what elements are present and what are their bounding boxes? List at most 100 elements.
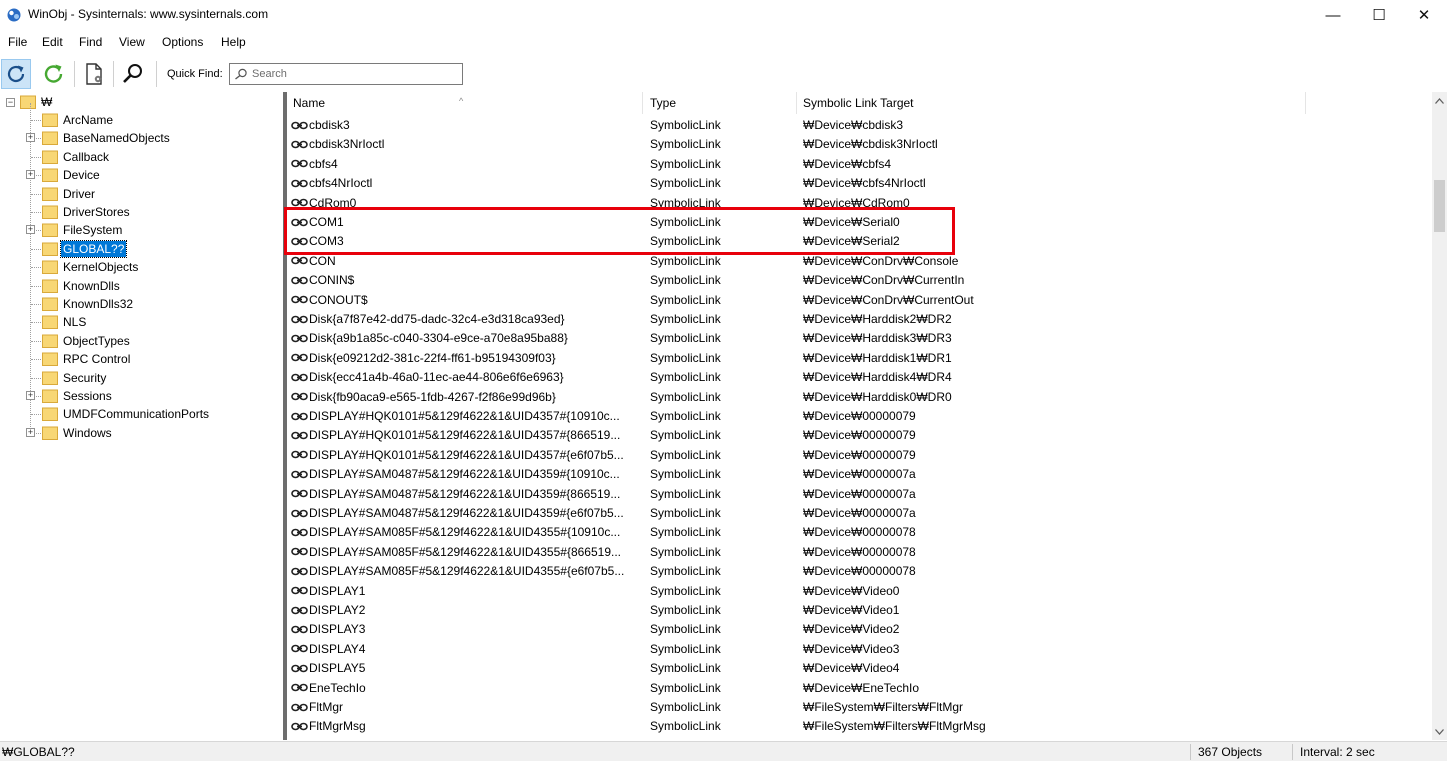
table-row[interactable]: COM1 SymbolicLink ₩Device₩Serial0 <box>287 213 1432 232</box>
table-row[interactable]: DISPLAY#SAM085F#5&129f4622&1&UID4355#{10… <box>287 523 1432 542</box>
tree-expand-toggle[interactable]: + <box>26 133 35 143</box>
folder-icon <box>42 407 58 422</box>
table-row[interactable]: DISPLAY#HQK0101#5&129f4622&1&UID4357#{e6… <box>287 446 1432 465</box>
quick-find-label: Quick Find: <box>167 68 223 80</box>
scroll-down-button[interactable] <box>1432 723 1447 740</box>
auto-refresh-button[interactable] <box>39 59 69 89</box>
maximize-button[interactable]: ☐ <box>1356 0 1402 30</box>
scroll-thumb[interactable] <box>1434 180 1445 232</box>
tree-root[interactable]: ₩ <box>20 93 54 111</box>
tree-item[interactable]: Callback <box>42 148 111 166</box>
table-row[interactable]: Disk{e09212d2-381c-22f4-ff61-b95194309f0… <box>287 349 1432 368</box>
table-row[interactable]: DISPLAY3 SymbolicLink ₩Device₩Video2 <box>287 620 1432 639</box>
table-row[interactable]: DISPLAY#SAM0487#5&129f4622&1&UID4359#{e6… <box>287 504 1432 523</box>
tree-expand-toggle[interactable]: + <box>26 170 35 180</box>
table-row[interactable]: DISPLAY#SAM0487#5&129f4622&1&UID4359#{86… <box>287 485 1432 504</box>
menu-file[interactable]: File <box>8 35 27 49</box>
tree-item[interactable]: Windows <box>42 424 114 442</box>
table-row[interactable]: DISPLAY#SAM085F#5&129f4622&1&UID4355#{e6… <box>287 562 1432 581</box>
column-header-type[interactable]: Type <box>644 92 797 114</box>
column-header-target[interactable]: Symbolic Link Target <box>797 92 1306 114</box>
tree-expand-toggle[interactable]: + <box>26 427 35 437</box>
close-button[interactable]: ✕ <box>1401 0 1447 30</box>
table-row[interactable]: cbfs4NrIoctl SymbolicLink ₩Device₩cbfs4NrI… <box>287 174 1432 193</box>
cell-target: ₩Device₩EneTechIo <box>803 680 920 695</box>
tree-item[interactable]: BaseNamedObjects <box>42 129 172 147</box>
table-row[interactable]: Disk{ecc41a4b-46a0-11ec-ae44-806e6f6e696… <box>287 368 1432 387</box>
tree-item[interactable]: UMDFCommunicationPorts <box>42 405 211 423</box>
tree-item[interactable]: NLS <box>42 313 88 331</box>
table-row[interactable]: COM3 SymbolicLink ₩Device₩Serial2 <box>287 232 1432 251</box>
table-row[interactable]: DISPLAY2 SymbolicLink ₩Device₩Video1 <box>287 601 1432 620</box>
table-row[interactable]: CONOUT$ SymbolicLink ₩Device₩ConDrv₩Curren… <box>287 291 1432 310</box>
object-list[interactable]: Name ^ Type Symbolic Link Target cbdisk3… <box>287 92 1432 740</box>
namespace-tree[interactable]: − ₩ ArcName + BaseNamedObjects Callback + Dev… <box>0 92 283 740</box>
vertical-scrollbar[interactable] <box>1432 92 1447 740</box>
cell-name: Disk{a9b1a85c-c040-3304-e9ce-a70e8a95ba8… <box>291 331 647 345</box>
tree-expand-toggle[interactable]: + <box>26 391 35 400</box>
root-collapse-toggle[interactable]: − <box>6 98 15 107</box>
table-row[interactable]: FltMgr SymbolicLink ₩FileSystem₩Filters₩Fl… <box>287 698 1432 717</box>
refresh-button[interactable] <box>1 59 31 89</box>
properties-icon <box>86 63 102 85</box>
cell-target: ₩Device₩00000078 <box>803 525 916 540</box>
maximize-icon: ☐ <box>1372 7 1386 24</box>
tree-item[interactable]: DriverStores <box>42 203 132 221</box>
tree-item-label: BaseNamedObjects <box>63 131 170 146</box>
table-row[interactable]: cbfs4 SymbolicLink ₩Device₩cbfs4 <box>287 155 1432 174</box>
cell-name: CdRom0 <box>291 196 647 210</box>
find-button[interactable] <box>118 59 148 89</box>
tree-item[interactable]: KnownDlls32 <box>42 295 135 313</box>
tree-item[interactable]: KnownDlls <box>42 277 122 295</box>
table-row[interactable]: CON SymbolicLink ₩Device₩ConDrv₩Console <box>287 252 1432 271</box>
menu-edit[interactable]: Edit <box>42 35 63 49</box>
tree-item[interactable]: ObjectTypes <box>42 332 132 350</box>
cell-target: ₩FileSystem₩Filters₩FltMgr <box>803 700 963 714</box>
table-row[interactable]: cbdisk3 SymbolicLink ₩Device₩cbdisk3 <box>287 116 1432 135</box>
table-row[interactable]: CONIN$ SymbolicLink ₩Device₩ConDrv₩Current… <box>287 271 1432 290</box>
table-row[interactable]: CdRom0 SymbolicLink ₩Device₩CdRom0 <box>287 194 1432 213</box>
scroll-up-button[interactable] <box>1432 92 1447 109</box>
tree-item[interactable]: GLOBAL?? <box>42 239 128 258</box>
cell-target: ₩Device₩Harddisk4₩DR4 <box>803 370 952 385</box>
minimize-button[interactable]: — <box>1310 0 1356 30</box>
tree-item[interactable]: FileSystem <box>42 221 124 239</box>
menu-view[interactable]: View <box>119 35 145 49</box>
tree-guide-line <box>31 285 41 287</box>
cell-name-text: CONOUT$ <box>309 292 368 307</box>
table-row[interactable]: Disk{a7f87e42-dd75-dadc-32c4-e3d318ca93e… <box>287 310 1432 329</box>
cell-type: SymbolicLink <box>650 215 721 229</box>
cell-target: ₩Device₩00000078 <box>803 544 916 559</box>
table-row[interactable]: EneTechIo SymbolicLink ₩Device₩EneTechIo <box>287 679 1432 698</box>
tree-item[interactable]: ArcName <box>42 111 115 129</box>
table-row[interactable]: DISPLAY4 SymbolicLink ₩Device₩Video3 <box>287 640 1432 659</box>
tree-item[interactable]: KernelObjects <box>42 258 140 276</box>
properties-button[interactable] <box>79 59 109 89</box>
quick-find-box[interactable] <box>229 63 463 85</box>
table-row[interactable]: Disk{fb90aca9-e565-1fdb-4267-f2f86e99d96… <box>287 388 1432 407</box>
table-row[interactable]: DISPLAY#SAM085F#5&129f4622&1&UID4355#{86… <box>287 543 1432 562</box>
tree-item[interactable]: Driver <box>42 185 97 203</box>
menu-options[interactable]: Options <box>162 35 203 49</box>
cell-target: ₩Device₩ConDrv₩CurrentOut <box>803 292 974 307</box>
table-row[interactable]: DISPLAY#SAM0487#5&129f4622&1&UID4359#{10… <box>287 465 1432 484</box>
table-row[interactable]: DISPLAY5 SymbolicLink ₩Device₩Video4 <box>287 659 1432 678</box>
tree-item[interactable]: Device <box>42 166 102 184</box>
column-header-name[interactable]: Name ^ <box>287 92 643 114</box>
tree-item[interactable]: Sessions <box>42 387 114 405</box>
table-row[interactable]: Disk{a9b1a85c-c040-3304-e9ce-a70e8a95ba8… <box>287 329 1432 348</box>
tree-expand-toggle[interactable]: + <box>26 225 35 235</box>
tree-item[interactable]: RPC Control <box>42 350 132 368</box>
cell-target: ₩Device₩00000078 <box>803 564 916 579</box>
table-row[interactable]: DISPLAY#HQK0101#5&129f4622&1&UID4357#{10… <box>287 407 1432 426</box>
cell-name-text: DISPLAY#HQK0101#5&129f4622&1&UID4357#{e6… <box>309 447 624 462</box>
tree-item[interactable]: Security <box>42 369 108 387</box>
menu-help[interactable]: Help <box>221 35 246 49</box>
table-row[interactable]: FltMgrMsg SymbolicLink ₩FileSystem₩Filters… <box>287 717 1432 736</box>
table-row[interactable]: DISPLAY#HQK0101#5&129f4622&1&UID4357#{86… <box>287 426 1432 445</box>
menu-find[interactable]: Find <box>79 35 102 49</box>
search-input[interactable] <box>252 66 457 82</box>
folder-icon <box>42 187 58 201</box>
table-row[interactable]: cbdisk3NrIoctl SymbolicLink ₩Device₩cbdisk… <box>287 135 1432 154</box>
table-row[interactable]: DISPLAY1 SymbolicLink ₩Device₩Video0 <box>287 582 1432 601</box>
